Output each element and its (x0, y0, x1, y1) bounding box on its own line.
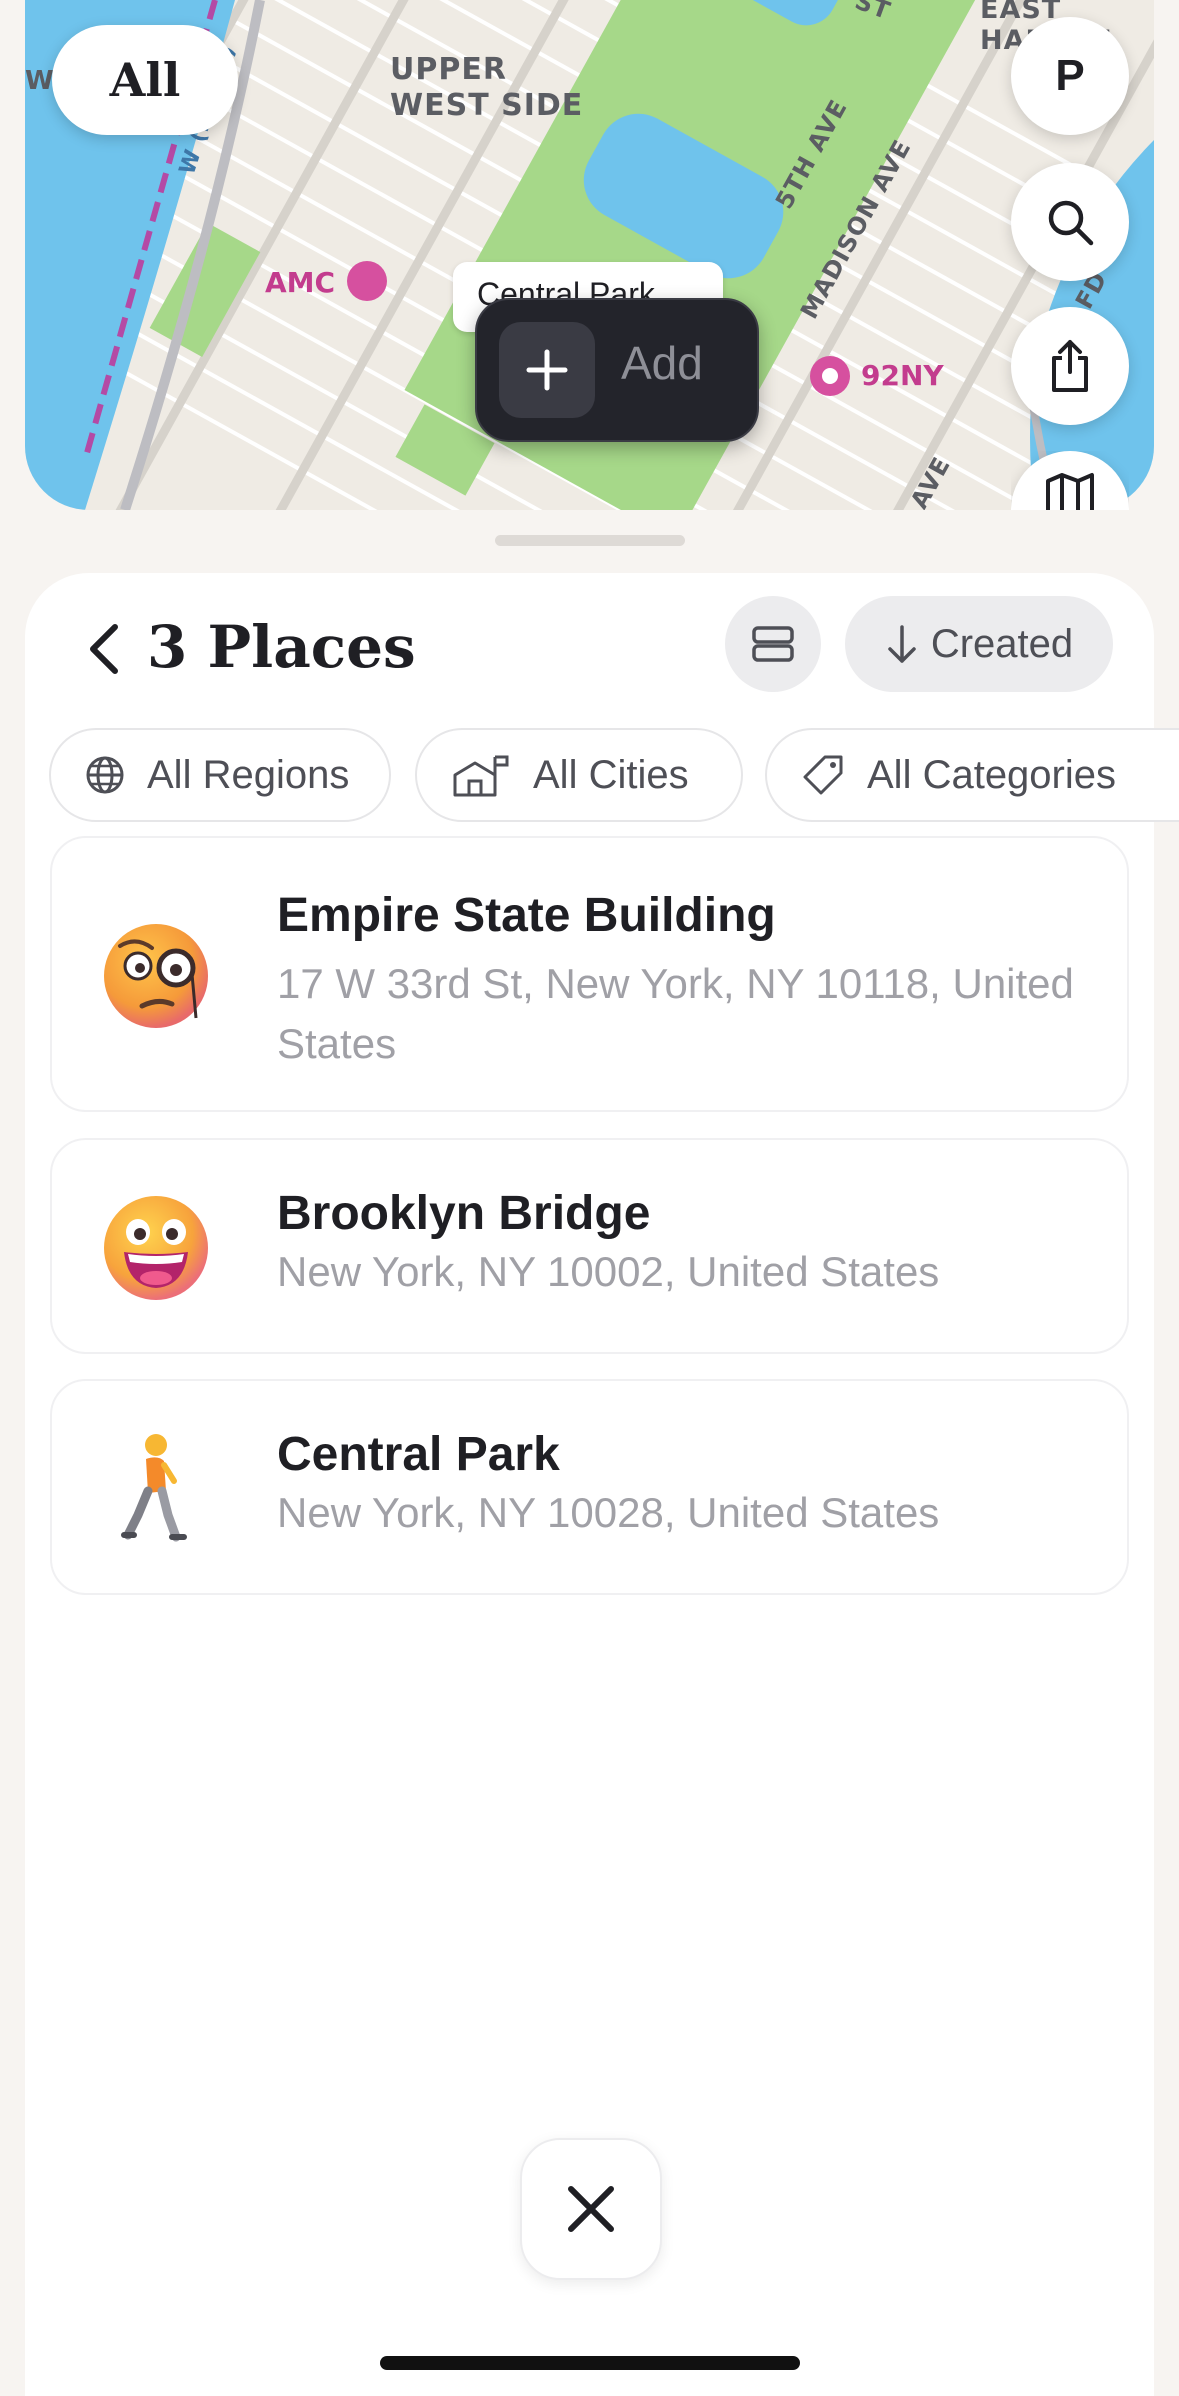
place-address: 17 W 33rd St, New York, NY 10118, United… (277, 960, 1074, 1067)
map-poi-amc[interactable]: AMC (265, 266, 335, 299)
filter-cities-label: All Cities (533, 752, 689, 797)
filter-categories[interactable]: All Categories (765, 728, 1179, 822)
profile-button[interactable]: P (1011, 17, 1129, 135)
chevron-left-icon (90, 624, 118, 674)
map-label-w: W (25, 66, 55, 96)
filter-regions-label: All Regions (147, 752, 350, 797)
share-button[interactable] (1011, 307, 1129, 425)
layout-toggle-button[interactable] (725, 596, 821, 692)
map-style-button[interactable] (1011, 451, 1129, 510)
map-label-upper: UPPER (390, 52, 507, 87)
filter-categories-label: All Categories (867, 752, 1117, 797)
sort-button[interactable]: Created (845, 596, 1113, 692)
add-place-button[interactable]: Add (475, 298, 759, 442)
sheet-grabber[interactable] (495, 535, 685, 546)
place-name: Central Park (277, 1428, 560, 1481)
face-with-monocle-icon (104, 924, 208, 1028)
map-poi-92ny[interactable]: 92NY (861, 359, 944, 392)
collection-filter-pill[interactable]: All (52, 25, 238, 135)
page-title: 3 Places (147, 613, 416, 681)
place-address: New York, NY 10002, United States (277, 1248, 940, 1295)
plus-icon (499, 322, 595, 418)
place-card-empire-state[interactable]: Empire State Building 17 W 33rd St, New … (50, 836, 1129, 1112)
place-name: Brooklyn Bridge (277, 1187, 651, 1240)
add-place-label: Add (621, 337, 703, 389)
search-icon (1048, 200, 1094, 246)
tag-icon (803, 755, 843, 795)
filter-regions[interactable]: All Regions (49, 728, 391, 822)
person-walking-icon (121, 1434, 187, 1542)
place-card-brooklyn-bridge[interactable]: Brooklyn Bridge New York, NY 10002, Unit… (50, 1138, 1129, 1354)
places-sheet: 3 Places Created All Regions All Cities (25, 573, 1179, 2396)
rows-icon (752, 626, 794, 662)
place-card-central-park[interactable]: Central Park New York, NY 10028, United … (50, 1379, 1129, 1595)
city-icon (453, 755, 509, 797)
home-indicator[interactable] (380, 2356, 800, 2370)
profile-initial: P (1055, 51, 1085, 100)
search-button[interactable] (1011, 163, 1129, 281)
map-label-west-side: WEST SIDE (390, 88, 584, 123)
filter-cities[interactable]: All Cities (415, 728, 743, 822)
close-icon (568, 2186, 614, 2232)
arrow-down-icon (888, 625, 916, 663)
place-name: Empire State Building (277, 889, 776, 942)
place-address: New York, NY 10028, United States (277, 1489, 940, 1536)
map-icon (1046, 473, 1094, 510)
globe-icon (86, 756, 124, 794)
sort-label: Created (930, 621, 1074, 666)
back-button[interactable] (75, 613, 135, 683)
share-icon (1052, 340, 1088, 392)
grinning-face-icon (104, 1196, 208, 1300)
close-button[interactable] (520, 2138, 662, 2280)
